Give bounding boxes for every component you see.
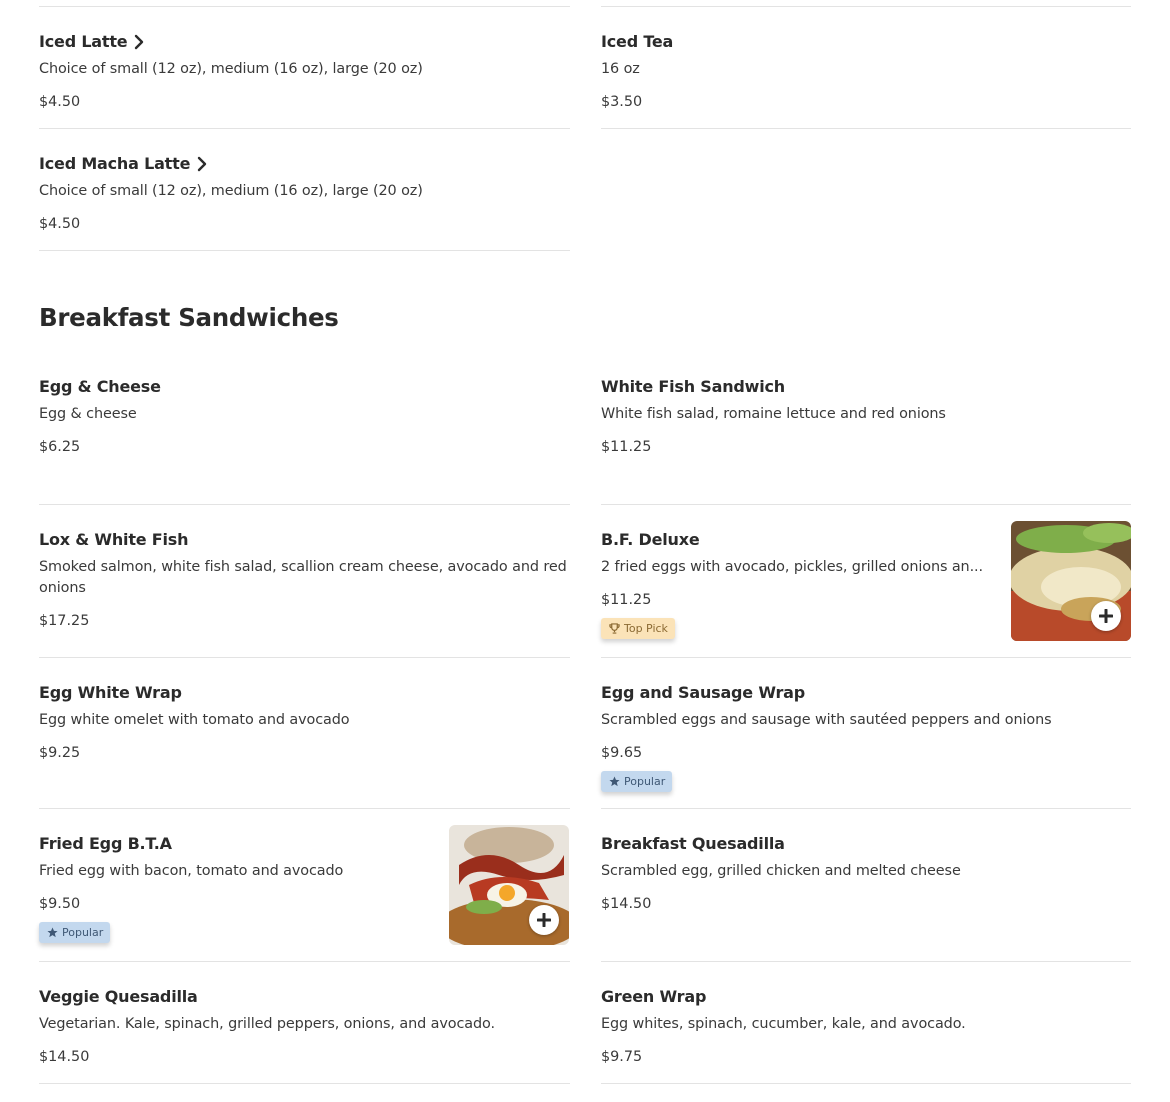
plus-icon (1099, 609, 1113, 623)
item-name: Iced Tea (601, 32, 674, 51)
popular-badge: Popular (39, 922, 111, 943)
menu-item-veggie-quesadilla[interactable]: Veggie Quesadilla Vegetarian. Kale, spin… (39, 987, 570, 1084)
item-price: $9.75 (601, 1049, 643, 1065)
item-description: 16 oz (601, 61, 640, 77)
item-price: $9.65 (601, 745, 643, 761)
item-description: Egg whites, spinach, cucumber, kale, and… (601, 1016, 966, 1032)
item-price: $14.50 (601, 896, 652, 912)
item-name: White Fish Sandwich (601, 377, 785, 396)
menu-item-green-wrap[interactable]: Green Wrap Egg whites, spinach, cucumber… (601, 987, 1131, 1084)
popular-badge: Popular (601, 771, 673, 792)
plus-icon (537, 913, 551, 927)
star-icon (609, 776, 620, 787)
chevron-right-icon (133, 34, 145, 50)
menu-item-breakfast-quesadilla[interactable]: Breakfast Quesadilla Scrambled egg, gril… (601, 834, 1131, 962)
menu-item-lox-white-fish[interactable]: Lox & White Fish Smoked salmon, white fi… (39, 530, 570, 658)
menu-item-white-fish-sandwich[interactable]: White Fish Sandwich White fish salad, ro… (601, 377, 1131, 505)
item-description: Fried egg with bacon, tomato and avocado (39, 863, 344, 879)
item-description: Choice of small (12 oz), medium (16 oz),… (39, 183, 423, 199)
item-description: Egg & cheese (39, 406, 137, 422)
item-description: Choice of small (12 oz), medium (16 oz),… (39, 61, 423, 77)
item-photo[interactable] (449, 825, 569, 945)
menu-item-egg-cheese[interactable]: Egg & Cheese Egg & cheese $6.25 (39, 377, 570, 505)
item-price: $17.25 (39, 613, 90, 629)
item-description: White fish salad, romaine lettuce and re… (601, 406, 946, 422)
top-pick-badge: Top Pick (601, 618, 675, 639)
menu-item-egg-sausage-wrap[interactable]: Egg and Sausage Wrap Scrambled eggs and … (601, 683, 1131, 809)
section-title: Breakfast Sandwiches (39, 303, 339, 332)
item-name: Veggie Quesadilla (39, 987, 198, 1006)
menu-item-fried-egg-bta[interactable]: Fried Egg B.T.A Fried egg with bacon, to… (39, 825, 570, 962)
item-name: Egg & Cheese (39, 377, 161, 396)
item-name: Green Wrap (601, 987, 707, 1006)
divider (39, 6, 570, 7)
item-name: Egg White Wrap (39, 683, 182, 702)
add-to-cart-button[interactable] (1091, 601, 1121, 631)
chevron-right-icon (196, 156, 208, 172)
item-price: $3.50 (601, 94, 643, 110)
item-price: $14.50 (39, 1049, 90, 1065)
item-description: Smoked salmon, white fish salad, scallio… (39, 559, 567, 596)
menu-item-iced-latte[interactable]: Iced Latte Choice of small (12 oz), medi… (39, 32, 570, 129)
item-description: Vegetarian. Kale, spinach, grilled peppe… (39, 1016, 495, 1032)
item-price: $11.25 (601, 439, 652, 455)
item-name: Egg and Sausage Wrap (601, 683, 806, 702)
divider (601, 6, 1131, 7)
item-price: $6.25 (39, 439, 81, 455)
item-price: $4.50 (39, 94, 81, 110)
item-description: Egg white omelet with tomato and avocado (39, 712, 350, 728)
item-name: B.F. Deluxe (601, 530, 700, 549)
item-photo[interactable] (1011, 521, 1131, 641)
item-name: Breakfast Quesadilla (601, 834, 785, 853)
item-price: $4.50 (39, 216, 81, 232)
add-to-cart-button[interactable] (529, 905, 559, 935)
item-description: Scrambled eggs and sausage with sautéed … (601, 712, 1052, 728)
item-name: Fried Egg B.T.A (39, 834, 172, 853)
item-price: $9.50 (39, 896, 81, 912)
item-name: Lox & White Fish (39, 530, 189, 549)
item-price: $9.25 (39, 745, 81, 761)
item-name: Iced Macha Latte (39, 154, 208, 173)
item-price: $11.25 (601, 592, 652, 608)
item-description: 2 fried eggs with avocado, pickles, gril… (601, 559, 983, 575)
menu-item-egg-white-wrap[interactable]: Egg White Wrap Egg white omelet with tom… (39, 683, 570, 809)
menu-item-iced-macha-latte[interactable]: Iced Macha Latte Choice of small (12 oz)… (39, 154, 570, 251)
item-description: Scrambled egg, grilled chicken and melte… (601, 863, 961, 879)
trophy-icon (609, 623, 620, 634)
star-icon (47, 927, 58, 938)
menu-item-bf-deluxe[interactable]: B.F. Deluxe 2 fried eggs with avocado, p… (601, 521, 1131, 658)
menu-item-iced-tea[interactable]: Iced Tea 16 oz $3.50 (601, 32, 1131, 129)
item-name: Iced Latte (39, 32, 145, 51)
